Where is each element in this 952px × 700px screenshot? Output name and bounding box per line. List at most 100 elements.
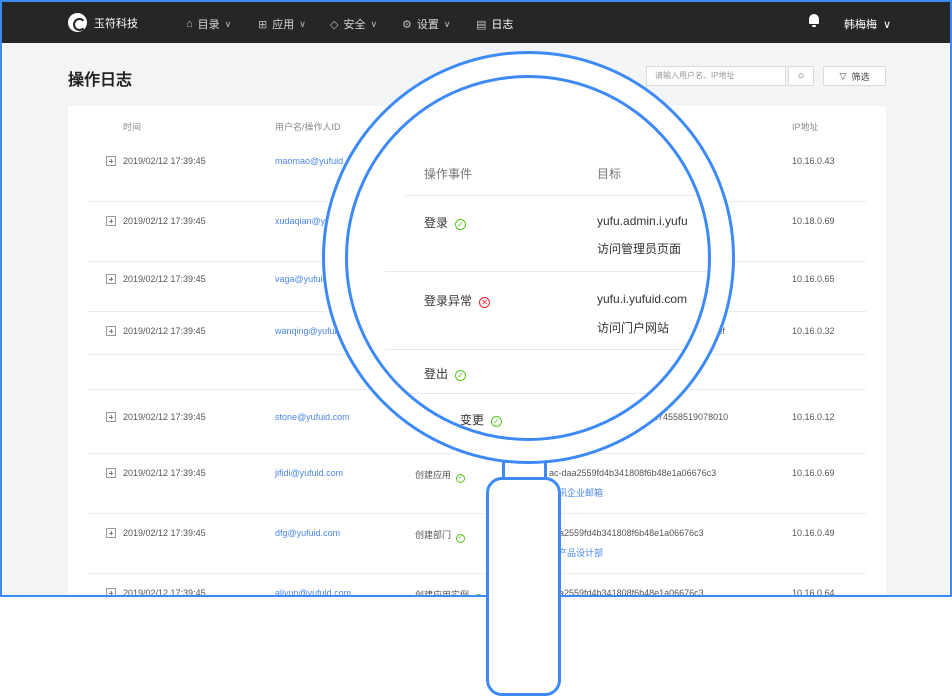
- nav-item-logs[interactable]: ▤ 日志: [476, 16, 513, 32]
- expand-row-icon[interactable]: [106, 528, 116, 538]
- filter-label: 筛选: [851, 71, 870, 82]
- nav-item-security-label: 安全: [343, 19, 366, 31]
- event-cell: 创建应用实例✓: [415, 588, 484, 595]
- user-cell[interactable]: wanqing@yufuid: [275, 326, 342, 336]
- page-title: 操作日志: [68, 72, 133, 89]
- zoom-target-portal: yufu.i.yufuid.com: [597, 292, 688, 306]
- ip-cell: 10.16.0.69: [792, 468, 835, 478]
- event-label: 变更: [460, 413, 485, 427]
- zoom-target-login-desc: 访问管理员页面: [597, 242, 682, 256]
- divider: [385, 349, 708, 350]
- expand-row-icon[interactable]: [106, 412, 116, 422]
- apps-grid-icon: ⊞: [258, 18, 268, 31]
- zoom-event-login: 登录 ✓: [424, 214, 467, 231]
- user-cell[interactable]: maomao@yufuid: [275, 156, 343, 166]
- time-cell: 2019/02/12 17:39:45: [123, 156, 206, 166]
- time-cell: 2019/02/12 17:39:45: [123, 468, 206, 478]
- ip-cell: 10.16.0.12: [792, 412, 835, 422]
- event-label: 登出: [424, 367, 449, 381]
- ip-cell: 10.16.0.64: [792, 588, 835, 597]
- divider: [385, 271, 708, 272]
- gear-icon: ⚙: [402, 18, 412, 31]
- filter-icon: ▽: [839, 70, 847, 81]
- column-header-time: 时间: [123, 122, 142, 132]
- ip-cell: 10.18.0.69: [792, 216, 835, 226]
- chevron-down-icon: ∨: [299, 18, 306, 29]
- zoom-header-target: 目标: [597, 167, 622, 181]
- chevron-down-icon: ∨: [224, 18, 232, 29]
- event-cell: 创建部门 ✓: [415, 530, 466, 543]
- zoom-event-logout: 登出 ✓: [424, 365, 467, 382]
- brand-name: 玉符科技: [94, 17, 138, 30]
- search-icon: ○: [797, 70, 805, 82]
- user-name: 韩梅梅: [844, 19, 877, 31]
- ip-cell: 10.16.0.65: [792, 274, 835, 284]
- shield-icon: ◇: [330, 18, 339, 31]
- zoom-event-login-error: 登录异常 ✕: [424, 292, 491, 309]
- table-row[interactable]: 2019/02/12 17:39:45 jifidi@yufuid.com 创建应用…: [68, 454, 886, 514]
- brand[interactable]: 玉符科技: [68, 13, 138, 32]
- expand-row-icon[interactable]: [106, 326, 116, 336]
- expand-row-icon[interactable]: [106, 274, 116, 284]
- zoom-target-portal-desc: 访问门户网站: [597, 321, 670, 335]
- time-cell: 2019/02/12 17:39:45: [123, 216, 206, 226]
- table-row[interactable]: 2019/02/12 17:39:45 aliyun@yufuid.com 创建应用…: [68, 574, 886, 597]
- nav-item-logs-label: 日志: [491, 19, 514, 31]
- magnifier-handle: [486, 477, 561, 696]
- success-check-icon: ✓: [456, 534, 466, 543]
- target-cell: daa2559fd4b341808f6b48e1a06676c3: [549, 528, 704, 538]
- expand-row-icon[interactable]: [106, 588, 116, 595]
- ip-cell: 10.16.0.49: [792, 528, 835, 538]
- yufu-logo-icon: [68, 13, 87, 32]
- log-icon: ▤: [476, 18, 487, 31]
- zoom-event-change: 变更 ✓: [460, 411, 503, 428]
- success-check-icon: ✓: [456, 474, 466, 483]
- ip-cell: 10.16.0.32: [792, 326, 835, 336]
- app-window: 玉符科技 ⌂ 目录 ∨ ⊞ 应用 ∨ ◇ 安全 ∨ ⚙ 设置 ∨ ▤ 日志 韩梅…: [0, 0, 952, 597]
- bell-icon[interactable]: [808, 13, 820, 27]
- target-cell: ac-daa2559fd4b341808f6b48e1a06676c3: [549, 468, 717, 478]
- divider: [405, 195, 708, 196]
- magnified-content: 操作事件 目标 登录 ✓ yufu.admin.i.yufu 访问管理员页面 登录…: [348, 78, 708, 438]
- success-check-icon: ✓: [474, 594, 484, 595]
- search-button[interactable]: ○: [788, 66, 814, 86]
- column-header-user: 用户名/操作人ID: [275, 122, 341, 132]
- chevron-down-icon: ∨: [443, 18, 451, 29]
- success-check-icon: ✓: [455, 370, 467, 381]
- time-cell: 2019/02/12 17:39:45: [123, 528, 206, 538]
- event-label: 登录异常: [424, 294, 473, 308]
- directory-icon: ⌂: [186, 18, 193, 30]
- user-cell[interactable]: dfg@yufuid.com: [275, 528, 340, 538]
- event-label: 登录: [424, 216, 449, 230]
- error-x-icon: ✕: [479, 297, 491, 308]
- time-cell: 2019/02/12 17:39:45: [123, 274, 206, 284]
- success-check-icon: ✓: [491, 416, 503, 427]
- nav-item-directory[interactable]: ⌂ 目录 ∨: [186, 16, 231, 32]
- nav-item-apps-label: 应用: [272, 19, 295, 31]
- divider: [385, 393, 708, 394]
- filter-button[interactable]: ▽ 筛选: [823, 66, 886, 86]
- expand-row-icon[interactable]: [106, 216, 116, 226]
- column-header-ip: IP地址: [792, 122, 819, 132]
- expand-row-icon[interactable]: [106, 468, 116, 478]
- time-cell: 2019/02/12 17:39:45: [123, 412, 206, 422]
- user-cell[interactable]: aliyun@yufuid.com: [275, 588, 351, 595]
- nav-item-settings-label: 设置: [416, 19, 439, 31]
- chevron-down-icon: ∨: [370, 18, 378, 29]
- nav-item-security[interactable]: ◇ 安全 ∨: [330, 16, 377, 32]
- user-menu[interactable]: 韩梅梅 ∨: [844, 16, 891, 32]
- user-cell[interactable]: jifidi@yufuid.com: [275, 468, 343, 478]
- nav-item-settings[interactable]: ⚙ 设置 ∨: [402, 16, 450, 32]
- success-check-icon: ✓: [455, 219, 467, 230]
- target-cell: daa2559fd4b341808f6b48e1a06676c3: [549, 588, 704, 597]
- zoom-header-event: 操作事件: [424, 167, 473, 181]
- table-row[interactable]: 2019/02/12 17:39:45 dfg@yufuid.com 创建部门 ✓ da…: [68, 514, 886, 574]
- user-cell[interactable]: stone@yufuid.com: [275, 412, 350, 422]
- top-nav-bar: 玉符科技 ⌂ 目录 ∨ ⊞ 应用 ∨ ◇ 安全 ∨ ⚙ 设置 ∨ ▤ 日志 韩梅…: [2, 2, 950, 43]
- chevron-down-icon: ∨: [883, 18, 892, 31]
- event-cell: 创建应用 ✓: [415, 470, 466, 483]
- nav-item-apps[interactable]: ⊞ 应用 ∨: [258, 16, 306, 32]
- magnifier-lens: 操作事件 目标 登录 ✓ yufu.admin.i.yufu 访问管理员页面 登录…: [345, 75, 711, 441]
- nav-item-directory-label: 目录: [197, 19, 220, 31]
- expand-row-icon[interactable]: [106, 156, 116, 166]
